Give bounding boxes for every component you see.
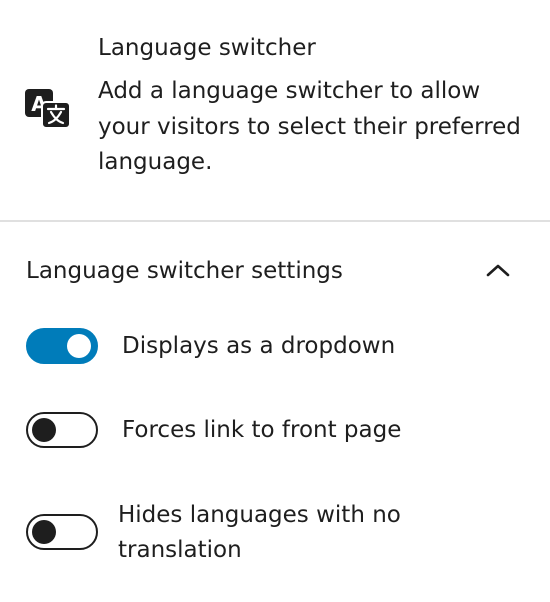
dropdown-toggle[interactable] [26,328,98,364]
block-description: Add a language switcher to allow your vi… [98,78,521,175]
toggle-knob [32,418,56,442]
front-page-toggle[interactable] [26,412,98,448]
hide-empty-label-line2: translation [118,537,242,563]
translation-icon: A [24,88,74,130]
toggle-row-hide-empty: Hides languages with no translation [0,496,550,570]
toggle-row-dropdown: Displays as a dropdown [0,328,550,368]
toggle-knob [67,334,91,358]
toggle-knob [32,520,56,544]
chevron-up-icon[interactable] [484,258,512,282]
block-title: Language switcher [98,35,316,61]
hide-empty-toggle-label: Hides languages with no translation [118,498,401,568]
settings-panel-title: Language switcher settings [26,258,343,284]
settings-panel-toggle[interactable]: Language switcher settings [0,222,550,318]
hide-empty-toggle[interactable] [26,514,98,550]
block-card: A Language switcher Add a language switc… [0,0,550,220]
hide-empty-label-line1: Hides languages with no [118,502,401,528]
toggle-row-front-page: Forces link to front page [0,412,550,452]
front-page-toggle-label: Forces link to front page [122,417,402,443]
dropdown-toggle-label: Displays as a dropdown [122,333,396,359]
